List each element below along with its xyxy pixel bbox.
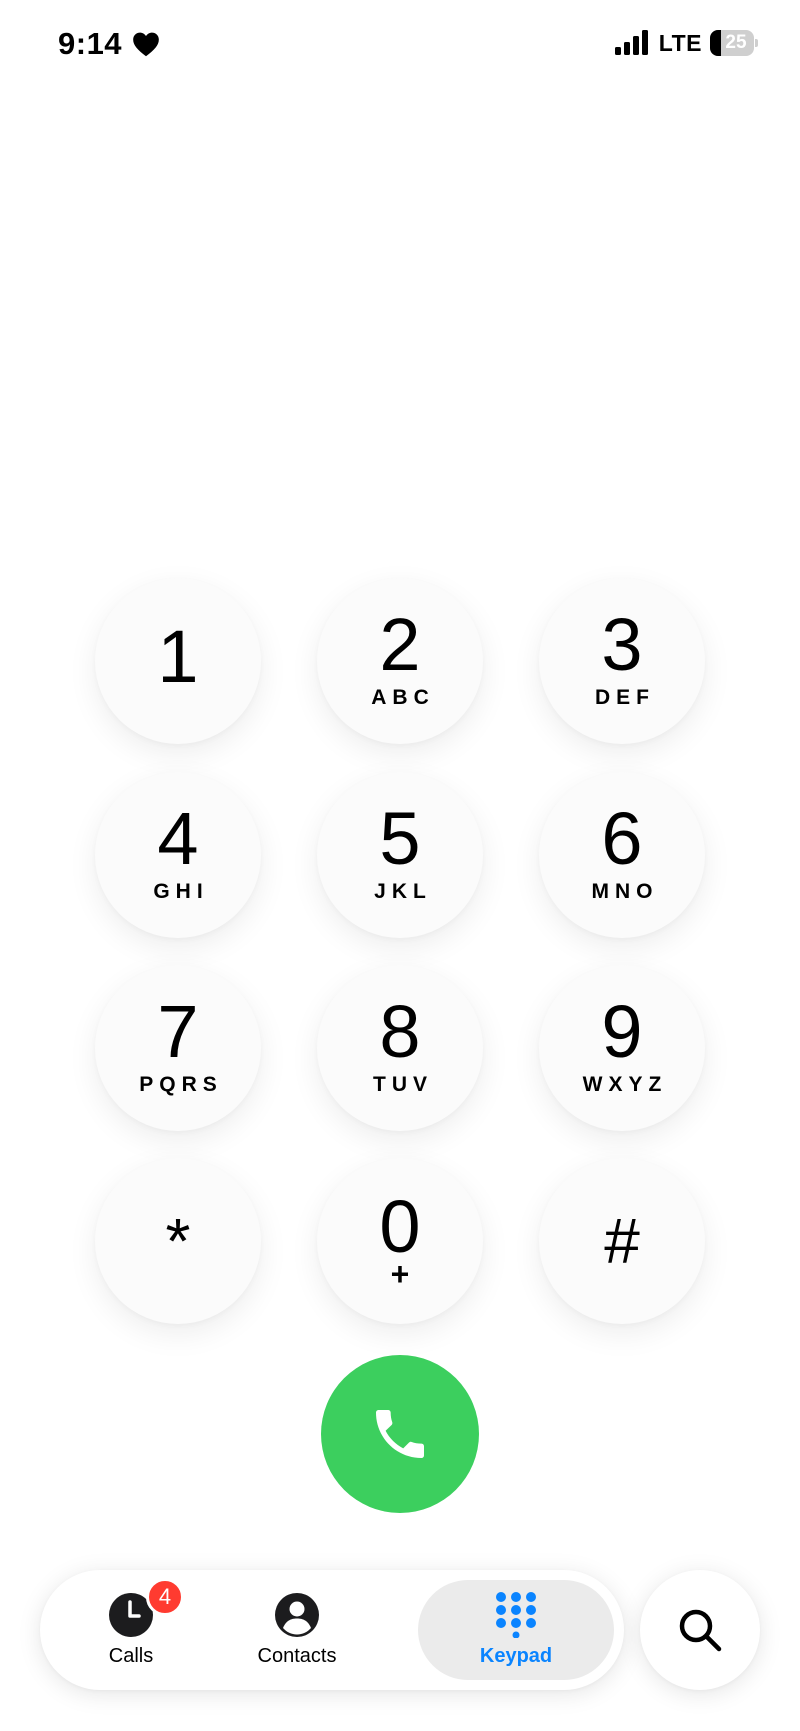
key-3[interactable]: 3 DEF — [539, 578, 705, 744]
tab-icon-wrap — [493, 1592, 539, 1638]
key-9[interactable]: 9 WXYZ — [539, 965, 705, 1131]
tab-icon-wrap — [274, 1592, 320, 1638]
key-digit: 0 — [379, 1185, 421, 1268]
person-circle-icon — [275, 1593, 319, 1637]
keypad: 1 2 ABC 3 DEF 4 GHI 5 JKL 6 MNO 7 PQRS 8… — [0, 0, 800, 1400]
key-digit: 5 — [379, 797, 421, 880]
key-digit: 9 — [601, 990, 643, 1073]
tab-calls[interactable]: 4 Calls — [58, 1578, 204, 1680]
tab-label: Contacts — [257, 1645, 337, 1667]
key-digit: 3 — [601, 603, 643, 686]
search-button[interactable] — [640, 1570, 760, 1690]
tab-label: Calls — [108, 1645, 154, 1667]
key-letters: DEF — [595, 686, 655, 709]
tab-bar: 4 Calls Contacts Keypad — [40, 1570, 624, 1690]
magnifying-glass-icon — [679, 1609, 722, 1652]
key-letters: + — [390, 1256, 410, 1292]
key-letters: PQRS — [139, 1073, 223, 1096]
key-2[interactable]: 2 ABC — [317, 578, 483, 744]
key-digit: 1 — [157, 615, 199, 698]
key-letters: MNO — [591, 880, 659, 903]
tab-label: Keypad — [479, 1645, 553, 1667]
key-digit: * — [165, 1205, 191, 1277]
key-hash[interactable]: # — [539, 1158, 705, 1324]
tab-keypad[interactable]: Keypad — [418, 1580, 614, 1680]
key-digit: # — [604, 1205, 640, 1277]
key-digit: 4 — [157, 797, 199, 880]
key-letters: GHI — [153, 880, 209, 903]
key-letters: JKL — [374, 880, 432, 903]
key-letters: WXYZ — [582, 1073, 668, 1096]
key-letters: TUV — [373, 1073, 433, 1096]
keypad-grid-icon — [496, 1592, 536, 1638]
key-digit: 7 — [157, 990, 199, 1073]
key-6[interactable]: 6 MNO — [539, 772, 705, 938]
tab-contacts[interactable]: Contacts — [224, 1580, 370, 1680]
key-5[interactable]: 5 JKL — [317, 772, 483, 938]
key-digit: 6 — [601, 797, 643, 880]
key-8[interactable]: 8 TUV — [317, 965, 483, 1131]
tab-icon-wrap: 4 — [108, 1578, 184, 1638]
missed-calls-badge: 4 — [146, 1578, 184, 1616]
key-digit: 2 — [379, 603, 421, 686]
key-digit: 8 — [379, 990, 421, 1073]
key-letters: ABC — [371, 686, 435, 709]
key-star[interactable]: * — [95, 1158, 261, 1324]
key-0[interactable]: 0 + — [317, 1158, 483, 1324]
key-4[interactable]: 4 GHI — [95, 772, 261, 938]
call-button[interactable] — [321, 1355, 479, 1513]
key-1[interactable]: 1 — [95, 578, 261, 744]
phone-icon — [376, 1410, 424, 1458]
key-7[interactable]: 7 PQRS — [95, 965, 261, 1131]
